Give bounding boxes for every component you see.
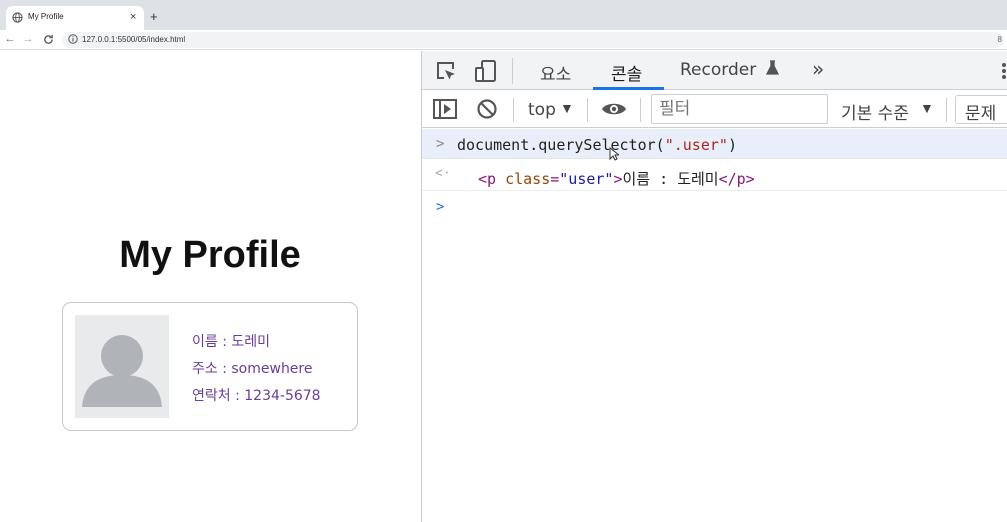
issues-button[interactable]: 문제 <box>955 95 1007 124</box>
tab-title: My Profile <box>28 12 64 21</box>
tab-elements[interactable]: 요소 <box>540 60 571 85</box>
element-text: 이름 : 도레미 <box>622 170 719 188</box>
tag-close-bracket: > <box>613 170 623 188</box>
tab-recorder-label: Recorder <box>680 60 757 80</box>
profile-address: 주소 : somewhere <box>192 361 313 377</box>
console-output-row[interactable]: <· <p class="user">이름 : 도레미</p> <box>422 160 1007 191</box>
devtools-panel: 요소 콘솔 Recorder » top ▼ 필터 기본 수준 ▼ 문제 > d… <box>421 51 1007 522</box>
devtools-tab-bar: 요소 콘솔 Recorder » <box>422 51 1007 90</box>
tab-close-button[interactable]: × <box>130 10 136 24</box>
inspect-icon[interactable] <box>435 60 457 82</box>
mouse-cursor-icon <box>609 147 619 161</box>
tag-open: <p <box>478 170 506 188</box>
toolbar-separator <box>512 58 513 84</box>
attr-value: "user" <box>559 170 614 188</box>
profile-phone: 연락처 : 1234-5678 <box>192 388 321 404</box>
context-selector[interactable]: top <box>528 100 556 120</box>
code-string: ".user" <box>664 136 728 154</box>
profile-name: 이름 : 도레미 <box>192 334 271 350</box>
console-command: document.querySelector(".user") <box>457 136 737 154</box>
globe-icon <box>12 12 23 23</box>
back-button[interactable]: ← <box>4 33 16 46</box>
flask-icon <box>765 60 779 75</box>
avatar-placeholder-icon <box>82 335 162 407</box>
reload-button[interactable] <box>42 33 54 46</box>
info-icon <box>68 34 78 44</box>
console-prompt[interactable]: > <box>422 192 1007 222</box>
log-levels-caret[interactable]: ▼ <box>920 100 934 116</box>
console-input-row: > document.querySelector(".user") <box>422 129 1007 161</box>
browser-tab[interactable]: My Profile × <box>6 6 144 30</box>
toolbar-separator <box>640 98 641 122</box>
forward-button[interactable]: → <box>22 33 34 46</box>
code-suffix: ) <box>727 136 737 154</box>
browser-toolbar: ← → 127.0.0.1:5500/05/index.html 8 <box>0 30 1007 50</box>
log-levels-dropdown[interactable]: 기본 수준 <box>841 99 909 124</box>
output-arrow: <· <box>435 166 451 181</box>
toolbar-separator <box>946 98 947 122</box>
new-tab-button[interactable]: + <box>150 10 158 24</box>
avatar <box>75 315 169 418</box>
browser-tab-strip: My Profile × + <box>0 0 1007 30</box>
context-dropdown-caret[interactable]: ▼ <box>560 100 574 116</box>
console-toolbar: top ▼ 기본 수준 ▼ 문제 <box>422 91 1007 128</box>
omnibox-edge-text: 8 <box>997 35 1002 44</box>
input-chevron: > <box>436 136 445 152</box>
url-text: 127.0.0.1:5500/05/index.html <box>82 35 186 44</box>
eye-icon[interactable] <box>601 100 627 118</box>
profile-card: 이름 : 도레미 주소 : somewhere 연락처 : 1234-5678 <box>62 302 358 431</box>
console-result[interactable]: <p class="user">이름 : 도레미</p> <box>478 168 755 189</box>
toolbar-separator <box>513 98 514 122</box>
prompt-chevron: > <box>436 199 445 215</box>
page-title: My Profile <box>119 234 301 276</box>
device-toolbar-icon[interactable] <box>474 59 498 83</box>
tab-console[interactable]: 콘솔 <box>611 60 642 85</box>
toolbar-separator <box>587 98 588 122</box>
code-prefix: document.querySelector( <box>457 136 665 154</box>
kebab-icon[interactable] <box>1000 62 1007 80</box>
active-tab-indicator <box>593 87 664 90</box>
console-filter-input[interactable] <box>651 94 828 124</box>
web-page: My Profile 이름 : 도레미 주소 : somewhere 연락처 :… <box>0 51 420 522</box>
console-output: > document.querySelector(".user") <· <p … <box>422 129 1007 522</box>
attr-name: class <box>505 170 551 188</box>
more-tabs-button[interactable]: » <box>812 57 824 81</box>
address-bar[interactable]: 127.0.0.1:5500/05/index.html 8 <box>62 32 1004 48</box>
clear-console-icon[interactable] <box>476 98 498 120</box>
end-tag: </p> <box>718 170 755 188</box>
tab-recorder[interactable]: Recorder <box>680 60 779 80</box>
attr-equals: = <box>550 170 560 188</box>
reload-icon <box>43 34 53 44</box>
sidebar-icon[interactable] <box>433 99 457 119</box>
